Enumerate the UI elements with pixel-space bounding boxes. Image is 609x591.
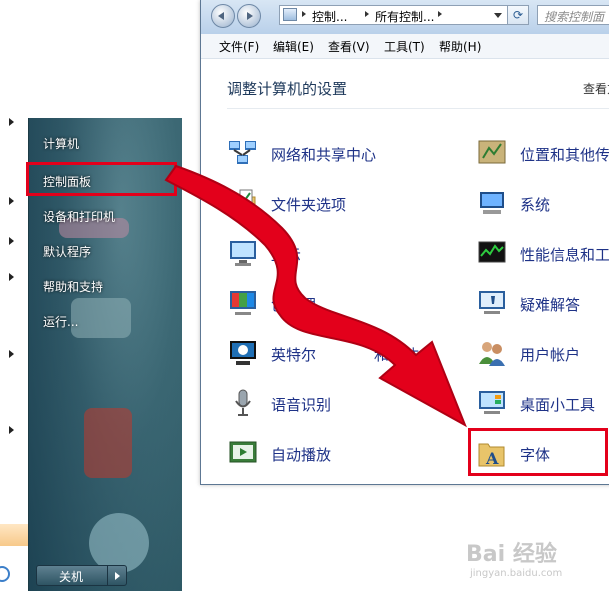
baidu-jingyan-watermark: Bai 经验	[466, 542, 557, 567]
red-annotation-arrow	[164, 164, 467, 428]
watermark-url: jingyan.baidu.com	[470, 568, 563, 579]
